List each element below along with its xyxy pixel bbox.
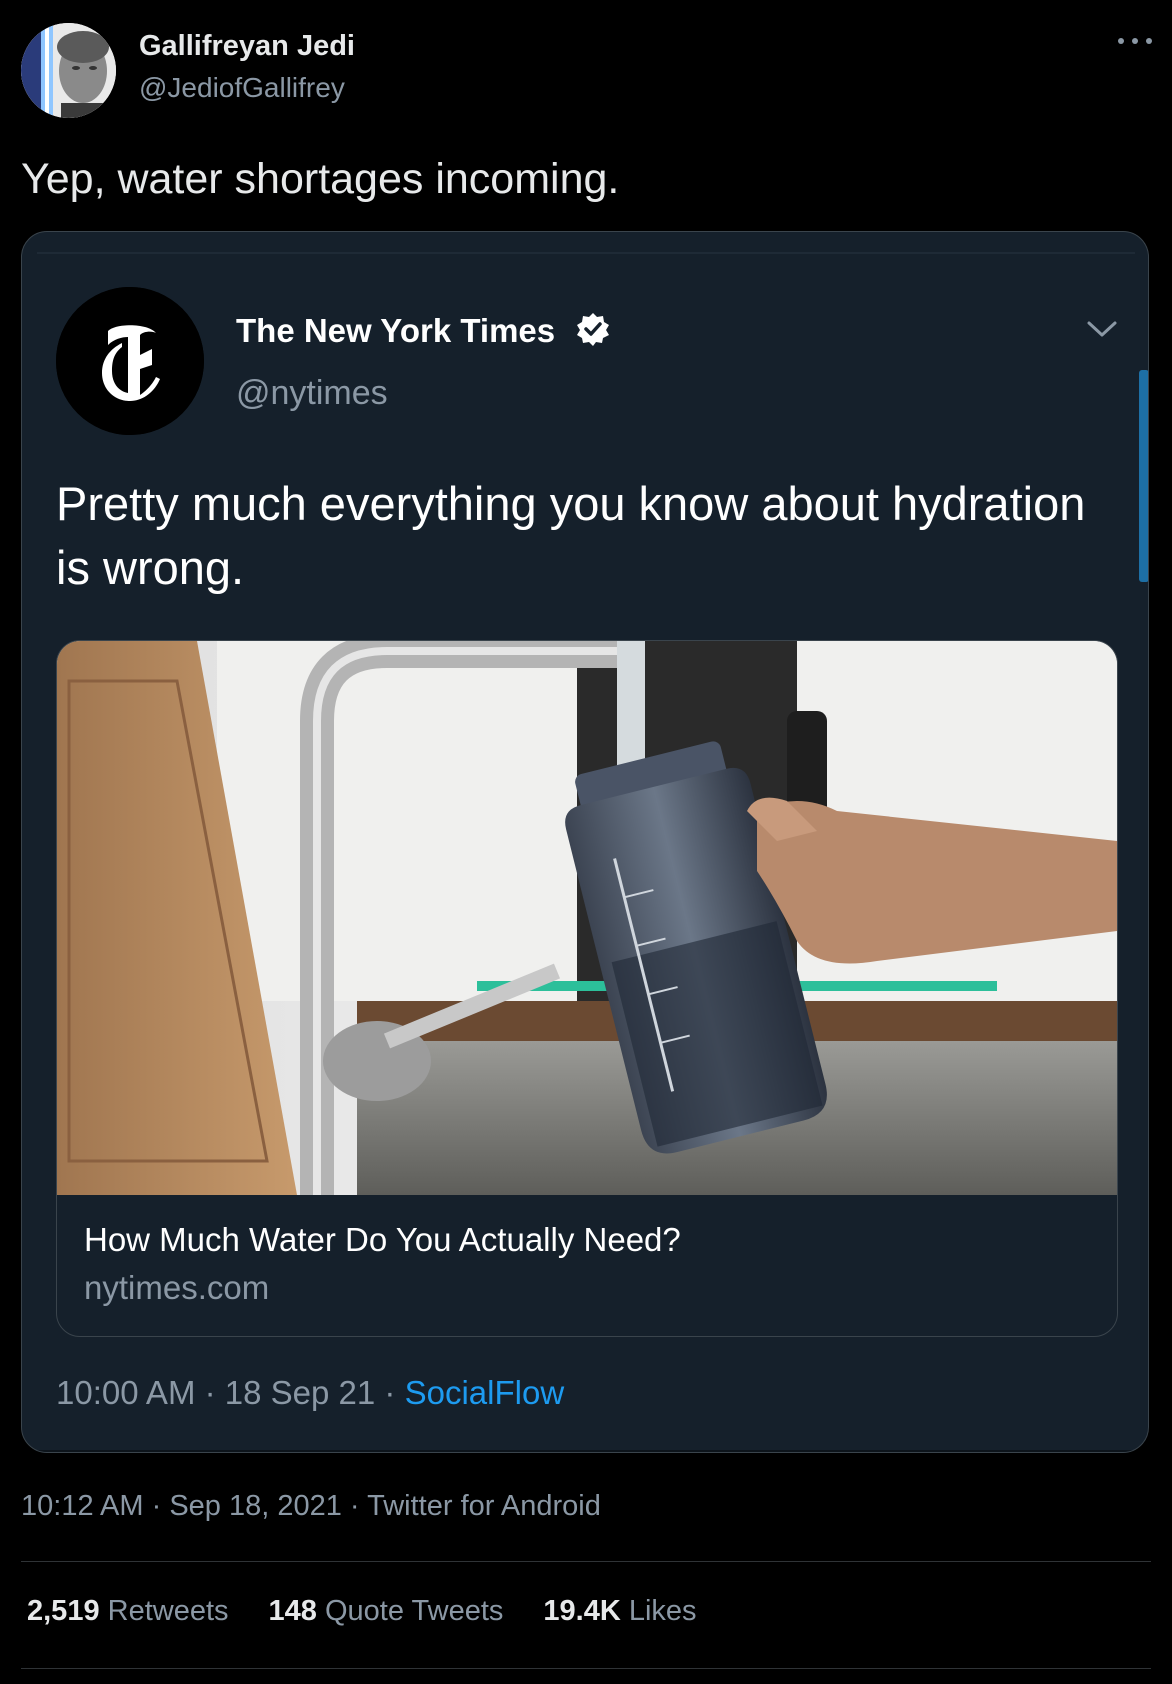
quote-tweets-stat[interactable]: 148 Quote Tweets (269, 1595, 504, 1628)
quote-tweets-label: Quote Tweets (324, 1595, 504, 1627)
meta-separator: · (151, 1490, 170, 1522)
likes-stat[interactable]: 19.4K Likes (543, 1595, 696, 1628)
chevron-down-icon[interactable] (1085, 312, 1119, 346)
card-top-divider (37, 252, 1135, 254)
author-handle[interactable]: @JediofGallifrey (139, 72, 345, 104)
link-card-domain: nytimes.com (84, 1269, 270, 1306)
link-preview-card[interactable]: How Much Water Do You Actually Need? nyt… (56, 640, 1118, 1337)
quoted-tweet-card[interactable]: The New York Times @nytimes Pretty much … (21, 231, 1149, 1453)
tweet-source[interactable]: Twitter for Android (367, 1490, 601, 1522)
tweet-time[interactable]: 10:12 AM (21, 1490, 144, 1522)
retweets-count: 2,519 (27, 1595, 100, 1627)
retweets-stat[interactable]: 2,519 Retweets (27, 1595, 229, 1628)
likes-label: Likes (628, 1595, 697, 1627)
link-card-title[interactable]: How Much Water Do You Actually Need? (84, 1221, 681, 1259)
author-display-name[interactable]: Gallifreyan Jedi (139, 30, 355, 63)
tweet-date[interactable]: Sep 18, 2021 (169, 1490, 342, 1522)
nyt-avatar[interactable] (56, 287, 204, 435)
link-preview-image (57, 641, 1117, 1195)
tweet-stats: 2,519 Retweets 148 Quote Tweets 19.4K Li… (27, 1595, 697, 1628)
meta-separator: · (204, 1374, 225, 1411)
tweet-text: Yep, water shortages incoming. (21, 155, 620, 203)
card-bottom-edge (22, 1450, 1148, 1452)
retweets-label: Retweets (107, 1595, 229, 1627)
meta-separator: · (384, 1374, 405, 1411)
quoted-date[interactable]: 18 Sep 21 (225, 1374, 375, 1411)
divider (21, 1668, 1151, 1669)
more-options-icon[interactable] (1118, 30, 1154, 50)
verified-badge-icon (576, 312, 610, 346)
nyt-logo-icon (56, 287, 204, 435)
quoted-tweet-meta: 10:00 AM · 18 Sep 21 · SocialFlow (56, 1374, 564, 1412)
quoted-author-name[interactable]: The New York Times (236, 312, 555, 350)
quote-tweets-count: 148 (268, 1595, 317, 1627)
scrollbar-thumb[interactable] (1139, 370, 1148, 582)
divider (21, 1561, 1151, 1562)
author-avatar[interactable] (21, 23, 116, 118)
quoted-source-link[interactable]: SocialFlow (405, 1374, 565, 1411)
tweet-meta: 10:12 AM · Sep 18, 2021 · Twitter for An… (21, 1490, 601, 1523)
quoted-tweet-text: Pretty much everything you know about hy… (56, 477, 1086, 594)
meta-separator: · (349, 1490, 368, 1522)
quoted-time[interactable]: 10:00 AM (56, 1374, 195, 1411)
likes-count: 19.4K (543, 1595, 621, 1627)
quoted-author-handle[interactable]: @nytimes (236, 374, 388, 413)
